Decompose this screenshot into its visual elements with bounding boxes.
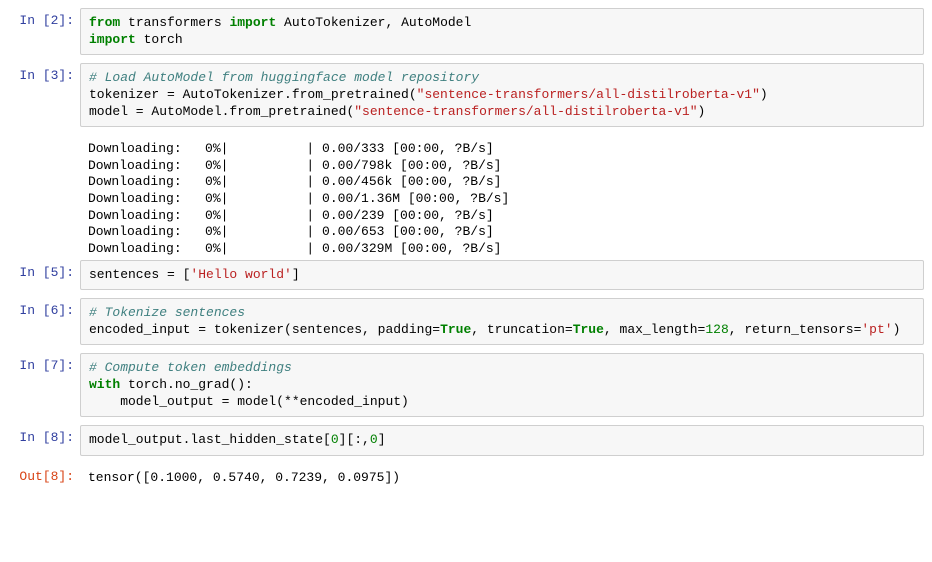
code-token: True (573, 322, 604, 337)
code-token: with (89, 377, 120, 392)
stdout: Downloading: 0%| | 0.00/333 [00:00, ?B/s… (80, 135, 924, 259)
code-token: import (229, 15, 276, 30)
code-cell: In [5]:sentences = ['Hello world'] (8, 260, 924, 291)
code-cell: In [2]:from transformers import AutoToke… (8, 8, 924, 55)
input-prompt: In [8]: (8, 425, 80, 456)
code-input[interactable]: # Tokenize sentences encoded_input = tok… (80, 298, 924, 345)
code-token: 128 (705, 322, 728, 337)
code-cell: In [6]:# Tokenize sentences encoded_inpu… (8, 298, 924, 345)
code-input[interactable]: sentences = ['Hello world'] (80, 260, 924, 291)
output-prompt: Out[8]: (8, 464, 80, 493)
input-prompt: In [6]: (8, 298, 80, 345)
code-token: 0 (370, 432, 378, 447)
code-token: # Load AutoModel from huggingface model … (89, 70, 479, 85)
code-token: "sentence-transformers/all-distilroberta… (354, 104, 697, 119)
code-token: import (89, 32, 136, 47)
jupyter-notebook: In [2]:from transformers import AutoToke… (8, 8, 924, 493)
code-cell: In [7]:# Compute token embeddings with t… (8, 353, 924, 417)
code-token: 'pt' (861, 322, 892, 337)
code-token: from (89, 15, 120, 30)
code-cell: In [8]:model_output.last_hidden_state[0]… (8, 425, 924, 456)
code-input[interactable]: # Load AutoModel from huggingface model … (80, 63, 924, 127)
code-input[interactable]: # Compute token embeddings with torch.no… (80, 353, 924, 417)
code-token: # Compute token embeddings (89, 360, 292, 375)
code-input[interactable]: model_output.last_hidden_state[0][:,0] (80, 425, 924, 456)
code-token: 'Hello world' (190, 267, 291, 282)
code-cell: In [3]: # Load AutoModel from huggingface… (8, 63, 924, 127)
code-token: # Tokenize sentences (89, 305, 245, 320)
output-area: tensor([0.1000, 0.5740, 0.7239, 0.0975]) (80, 464, 924, 493)
output-cell: Out[8]:tensor([0.1000, 0.5740, 0.7239, 0… (8, 464, 924, 493)
code-token: "sentence-transformers/all-distilroberta… (417, 87, 760, 102)
input-prompt: In [7]: (8, 353, 80, 417)
input-prompt: In [2]: (8, 8, 80, 55)
code-token: 0 (331, 432, 339, 447)
code-token: True (440, 322, 471, 337)
code-input[interactable]: from transformers import AutoTokenizer, … (80, 8, 924, 55)
input-prompt: In [3]: (8, 63, 80, 127)
input-prompt: In [5]: (8, 260, 80, 291)
